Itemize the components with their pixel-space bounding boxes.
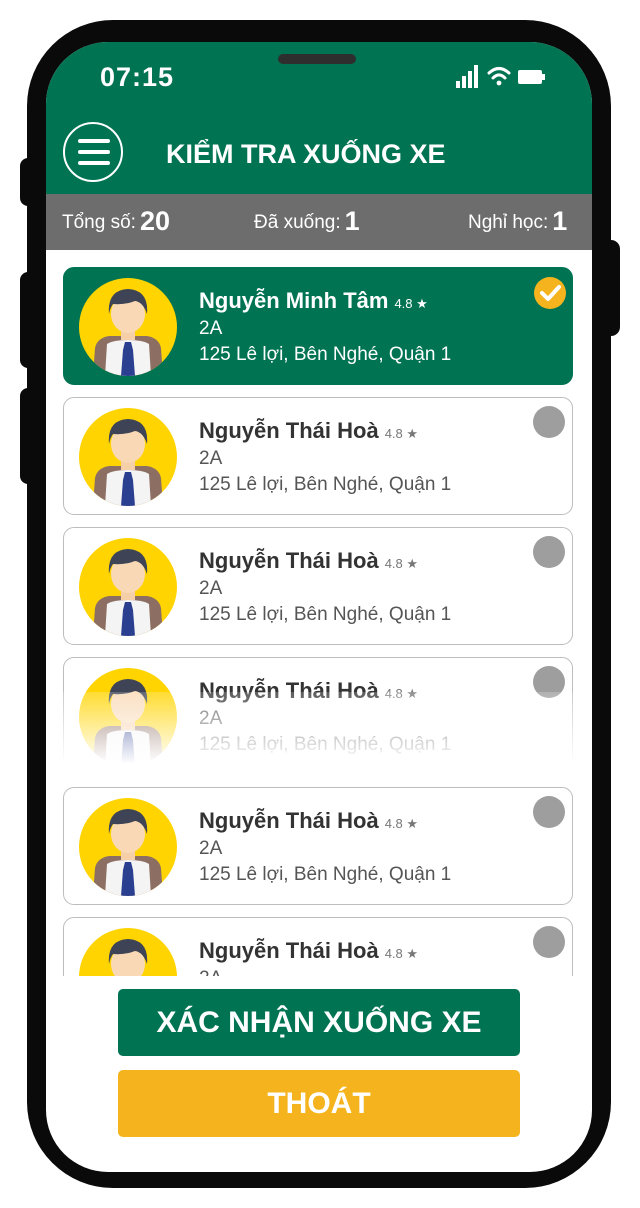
student-avatar-icon xyxy=(108,939,148,976)
student-class: 2A xyxy=(199,448,223,469)
student-name-text: Nguyễn Thái Hoà xyxy=(199,418,379,443)
student-list: Nguyễn Minh Tâm 4.8 ★ 2A 125 Lê lợi, Bên Ng… xyxy=(46,250,592,976)
radio-unchecked-icon[interactable] xyxy=(533,926,565,958)
student-rating: 4.8 ★ xyxy=(384,946,419,961)
student-class: 2A xyxy=(199,968,222,976)
student-name-text: Nguyễn Minh Tâm xyxy=(199,288,389,313)
speaker-notch xyxy=(278,54,356,64)
student-class: 2A xyxy=(199,318,223,339)
student-address: 125 Lê lợi, Bên Nghé, Quận 1 xyxy=(199,864,452,885)
signal-icon xyxy=(456,65,478,88)
stat-dropped-value: 1 xyxy=(344,206,360,236)
student-card[interactable]: Nguyễn Thái Hoà 4.8 ★ 2A 125 Lê lợi, Bên Ng… xyxy=(63,397,573,515)
student-class: 2A xyxy=(199,578,223,599)
student-avatar xyxy=(79,278,177,376)
student-rating: 4.8 ★ xyxy=(384,426,419,441)
student-name: Nguyễn Thái Hoà 4.8 ★ xyxy=(199,808,418,834)
power-button xyxy=(602,240,620,336)
student-avatar xyxy=(79,928,177,976)
stat-total-value: 20 xyxy=(139,206,170,236)
student-name: Nguyễn Thái Hoà 4.8 ★ xyxy=(199,938,418,964)
radio-unchecked-icon[interactable] xyxy=(533,796,565,828)
student-rating: 4.8 ★ xyxy=(394,296,428,311)
student-rating: 4.8 ★ xyxy=(384,556,419,571)
student-name-text: Nguyễn Thái Hoà xyxy=(199,548,379,573)
hamburger-icon xyxy=(78,150,110,154)
radio-unchecked-icon[interactable] xyxy=(533,536,565,568)
app-screen: 07:15 KIỂM TRA XUỐNG XE Tổng số: 20 Đã x… xyxy=(46,42,592,1172)
student-avatar xyxy=(79,538,177,636)
student-card[interactable]: Nguyễn Thái Hoà4.8 ★2A125 Lê lợi, Bên Ng… xyxy=(63,917,573,976)
student-name: Nguyễn Minh Tâm 4.8 ★ xyxy=(199,288,428,314)
student-card[interactable]: Nguyễn Minh Tâm 4.8 ★ 2A 125 Lê lợi, Bên Ng… xyxy=(63,267,573,385)
stats-bar: Tổng số: 20 Đã xuống: 1 Nghỉ học: 1 xyxy=(46,194,592,250)
student-avatar-icon xyxy=(93,289,163,376)
student-name-text: Nguyễn Thái Hoà xyxy=(199,938,379,963)
stat-absent-value: 1 xyxy=(552,206,568,236)
app-header: 07:15 KIỂM TRA XUỐNG XE xyxy=(46,42,592,194)
battery-icon xyxy=(518,70,545,84)
menu-button[interactable] xyxy=(63,122,123,182)
student-name: Nguyễn Thái Hoà 4.8 ★ xyxy=(199,418,418,444)
student-card[interactable]: Nguyễn Thái Hoà 4.8 ★ 2A 125 Lê lợi, Bên Ng… xyxy=(63,527,573,645)
student-name-text: Nguyễn Thái Hoà xyxy=(199,808,379,833)
student-avatar-icon xyxy=(93,419,163,506)
exit-button[interactable]: THOÁT xyxy=(118,1070,520,1137)
stat-total-label: Tổng số: xyxy=(62,212,136,233)
status-time: 07:15 xyxy=(100,62,175,92)
side-button xyxy=(20,158,36,206)
stat-absent-label: Nghỉ học: xyxy=(468,212,549,233)
student-rating: 4.8 ★ xyxy=(384,816,419,831)
student-avatar-icon xyxy=(93,809,163,896)
stat-dropped: Đã xuống: 1 xyxy=(254,206,360,237)
status-icons xyxy=(456,65,545,88)
radio-unchecked-icon[interactable] xyxy=(533,406,565,438)
stat-total: Tổng số: 20 xyxy=(62,206,170,237)
student-avatar-icon xyxy=(93,549,163,636)
student-class: 2A xyxy=(199,838,223,859)
stat-dropped-label: Đã xuống: xyxy=(254,212,341,233)
student-name: Nguyễn Thái Hoà 4.8 ★ xyxy=(199,548,418,574)
student-card[interactable]: Nguyễn Thái Hoà 4.8 ★ 2A 125 Lê lợi, Bên Ng… xyxy=(63,787,573,905)
student-avatar xyxy=(79,408,177,506)
confirm-dropoff-button[interactable]: XÁC NHẬN XUỐNG XE xyxy=(118,989,520,1056)
wifi-icon xyxy=(487,67,511,86)
student-address: 125 Lê lợi, Bên Nghé, Quận 1 xyxy=(199,604,452,625)
hamburger-icon xyxy=(78,161,110,165)
check-circle-icon[interactable] xyxy=(533,276,567,310)
volume-up-button xyxy=(20,272,36,368)
student-address: 125 Lê lợi, Bên Nghé, Quận 1 xyxy=(199,344,452,365)
student-address: 125 Lê lợi, Bên Nghé, Quận 1 xyxy=(199,474,452,495)
volume-down-button xyxy=(20,388,36,484)
page-title: KIỂM TRA XUỐNG XE xyxy=(166,139,446,169)
stat-absent: Nghỉ học: 1 xyxy=(468,206,567,237)
hamburger-icon xyxy=(78,139,110,143)
list-fade xyxy=(46,692,592,776)
student-avatar xyxy=(79,798,177,896)
